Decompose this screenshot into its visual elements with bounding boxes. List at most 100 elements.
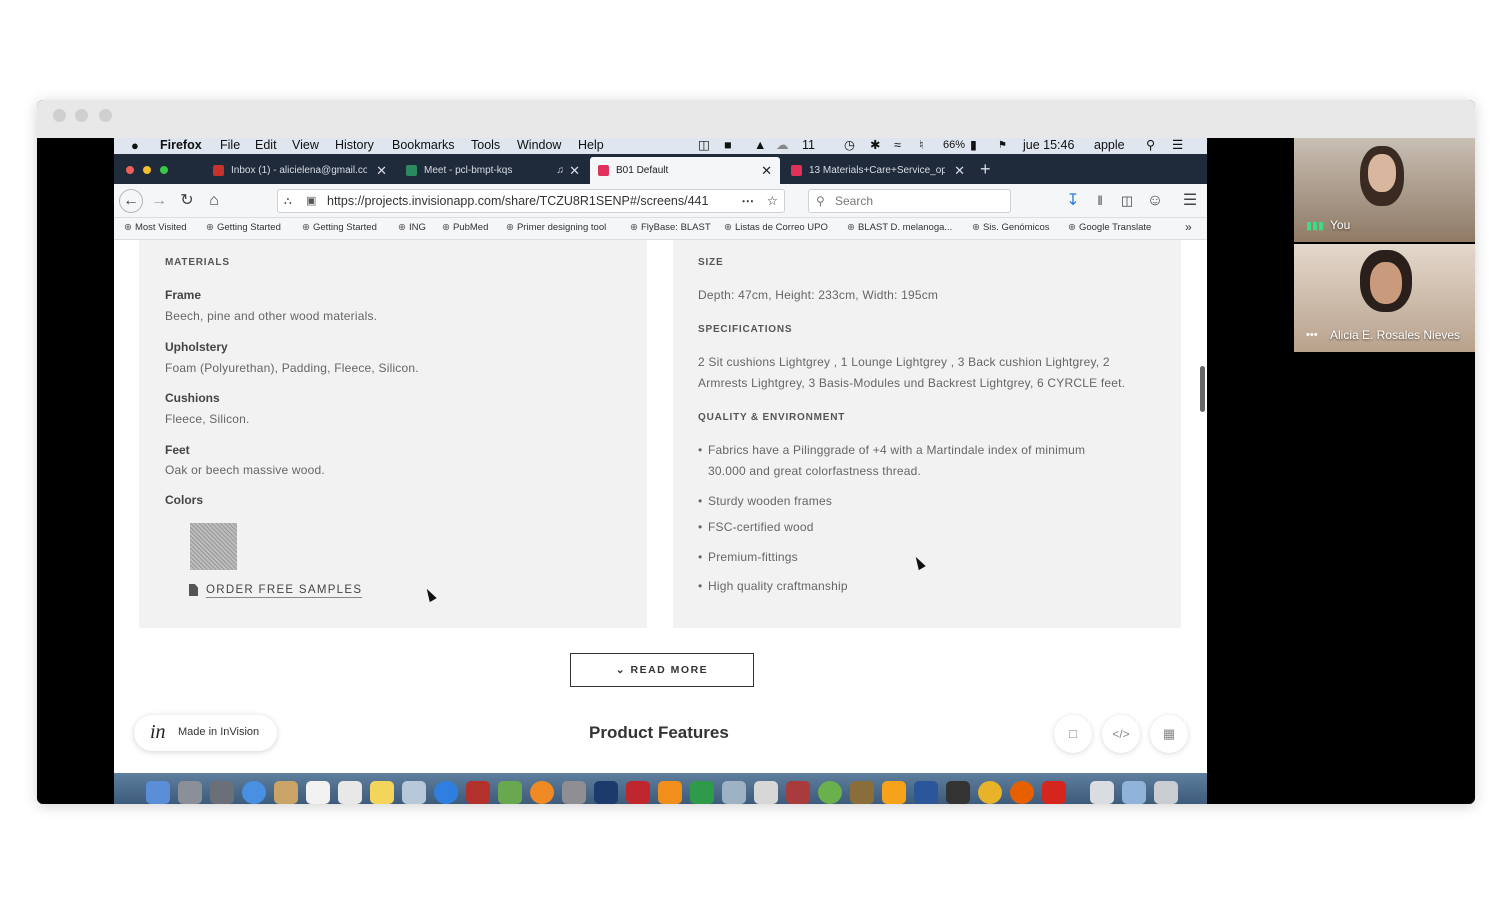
photoshop-icon[interactable] [594, 781, 618, 804]
photos-icon[interactable] [498, 781, 522, 804]
menu-view[interactable]: View [292, 138, 319, 153]
mendeley-icon[interactable] [626, 781, 650, 804]
bookmark-google-translate[interactable]: Google Translate [1068, 222, 1151, 233]
bookmark-blast[interactable]: BLAST D. melanoga... [847, 222, 952, 233]
url-text[interactable]: https://projects.invisionapp.com/share/T… [327, 190, 732, 212]
flag-icon[interactable]: ⚑ [998, 138, 1007, 153]
reload-icon[interactable]: ↻ [175, 189, 199, 213]
microphone-icon[interactable]: ▲ [754, 138, 766, 153]
ibooks-icon[interactable] [530, 781, 554, 804]
bookmark-listas-correo[interactable]: Listas de Correo UPO [724, 222, 828, 233]
participant-video-alicia[interactable]: ••• Alicia E. Rosales Nieves [1294, 244, 1475, 352]
close-icon[interactable]: ✕ [376, 157, 387, 184]
tab-inbox[interactable]: Inbox (1) - alicielena@gmail.co ✕ [205, 157, 395, 184]
system-preferences-icon[interactable] [562, 781, 586, 804]
notification-center-icon[interactable]: ☰ [1172, 138, 1183, 153]
menu-datetime[interactable]: jue 15:46 [1023, 138, 1074, 153]
wifi-icon[interactable]: ≈ [894, 138, 901, 153]
tab-materials[interactable]: 13 Materials+Care+Service_op ✕ [783, 157, 973, 184]
order-free-samples-link[interactable]: ORDER FREE SAMPLES [206, 584, 363, 598]
menu-help[interactable]: Help [578, 138, 604, 153]
window-close-dot[interactable] [53, 109, 66, 122]
vlc-icon[interactable] [658, 781, 682, 804]
forward-arrow-icon[interactable]: → [147, 189, 171, 213]
time-machine-icon[interactable]: ◷ [844, 138, 855, 153]
calculator-icon[interactable] [754, 781, 778, 804]
bookmark-getting-started[interactable]: Getting Started [206, 222, 281, 233]
firefox-icon[interactable] [1010, 781, 1034, 804]
mission-control-icon[interactable] [210, 781, 234, 804]
contacts-icon[interactable] [274, 781, 298, 804]
bookmark-star-icon[interactable]: ☆ [767, 190, 778, 212]
tab-meet[interactable]: Meet - pcl-bmpt-kqs ♫ ✕ [398, 157, 588, 184]
calendar-icon[interactable] [306, 781, 330, 804]
shield-icon[interactable]: ⛬ [284, 190, 292, 212]
browser-minimize-dot[interactable] [143, 166, 151, 174]
made-in-invision-badge[interactable]: in Made in InVision [134, 715, 277, 751]
reminders-icon[interactable] [338, 781, 362, 804]
menu-app-name[interactable]: Firefox [160, 138, 202, 153]
close-icon[interactable]: ✕ [954, 157, 965, 184]
document-stack-icon[interactable] [1090, 781, 1114, 804]
finder-icon[interactable] [146, 781, 170, 804]
browser-close-dot[interactable] [126, 166, 134, 174]
spotlight-icon[interactable]: ⚲ [1146, 138, 1155, 153]
word-icon[interactable] [914, 781, 938, 804]
excel-icon[interactable] [690, 781, 714, 804]
bookmark-sis-genomicos[interactable]: Sis. Genómicos [972, 222, 1050, 233]
download-icon[interactable]: ↧ [1061, 189, 1085, 213]
bookmark-ing[interactable]: ING [398, 222, 426, 233]
safari-icon[interactable] [242, 781, 266, 804]
bookmark-getting-started-2[interactable]: Getting Started [302, 222, 377, 233]
hamburger-menu-icon[interactable]: ☰ [1178, 189, 1202, 213]
bookmarks-overflow-icon[interactable]: » [1185, 220, 1192, 234]
menu-tools[interactable]: Tools [471, 138, 500, 153]
sidebar-icon[interactable]: ◫ [1115, 189, 1139, 213]
more-options-icon[interactable]: ••• [1306, 329, 1318, 341]
screen-share-icon[interactable]: ◫ [698, 138, 710, 153]
search-input[interactable]: ⚲ Search [808, 189, 1011, 213]
page-actions-icon[interactable]: ⋯ [742, 190, 755, 212]
code-icon[interactable]: </> [1102, 715, 1140, 753]
browser-zoom-dot[interactable] [160, 166, 168, 174]
menu-window[interactable]: Window [517, 138, 561, 153]
menu-edit[interactable]: Edit [255, 138, 277, 153]
dictionary-icon[interactable] [786, 781, 810, 804]
utorrent-icon[interactable] [818, 781, 842, 804]
volume-icon[interactable]: ♮ [919, 138, 923, 153]
read-more-button[interactable]: ⌄ READ MORE [570, 653, 754, 687]
window-minimize-dot[interactable] [75, 109, 88, 122]
apple-menu-icon[interactable]: ● [131, 138, 139, 153]
tab-b01-default[interactable]: B01 Default ✕ [590, 157, 780, 184]
library-icon[interactable]: ‖ [1088, 189, 1112, 213]
cloud-icon[interactable]: ☁ [776, 138, 789, 153]
acrobat-icon[interactable] [1042, 781, 1066, 804]
speaker-icon[interactable]: ♫ [557, 157, 565, 184]
bookmark-flybase[interactable]: FlyBase: BLAST [630, 222, 711, 233]
adobe-badge-count[interactable]: 11 [802, 138, 815, 153]
script-editor-icon[interactable] [850, 781, 874, 804]
participant-video-self[interactable]: ▮▮▮ You [1294, 138, 1475, 242]
close-icon[interactable]: ✕ [761, 157, 772, 184]
chrome-icon[interactable] [978, 781, 1002, 804]
back-arrow-icon[interactable]: ← [119, 189, 143, 213]
menu-file[interactable]: File [220, 138, 240, 153]
color-swatch-lightgrey[interactable] [190, 523, 237, 570]
illustrator-icon[interactable] [882, 781, 906, 804]
bluetooth-icon[interactable]: ✱ [870, 138, 880, 153]
utility-icon[interactable] [722, 781, 746, 804]
grid-icon[interactable]: ▦ [1150, 715, 1188, 753]
terminal-icon[interactable] [946, 781, 970, 804]
lock-icon[interactable]: ▣ [306, 190, 316, 212]
comment-icon[interactable]: □ [1054, 715, 1092, 753]
window-zoom-dot[interactable] [99, 109, 112, 122]
home-icon[interactable]: ⌂ [202, 189, 226, 213]
menu-history[interactable]: History [335, 138, 374, 153]
downloads-folder-icon[interactable] [1122, 781, 1146, 804]
launchpad-icon[interactable] [178, 781, 202, 804]
photo-booth-icon[interactable] [466, 781, 490, 804]
new-tab-icon[interactable]: + [980, 157, 991, 181]
notes-icon[interactable] [370, 781, 394, 804]
page-scrollbar[interactable] [1200, 366, 1205, 412]
app-store-icon[interactable] [434, 781, 458, 804]
